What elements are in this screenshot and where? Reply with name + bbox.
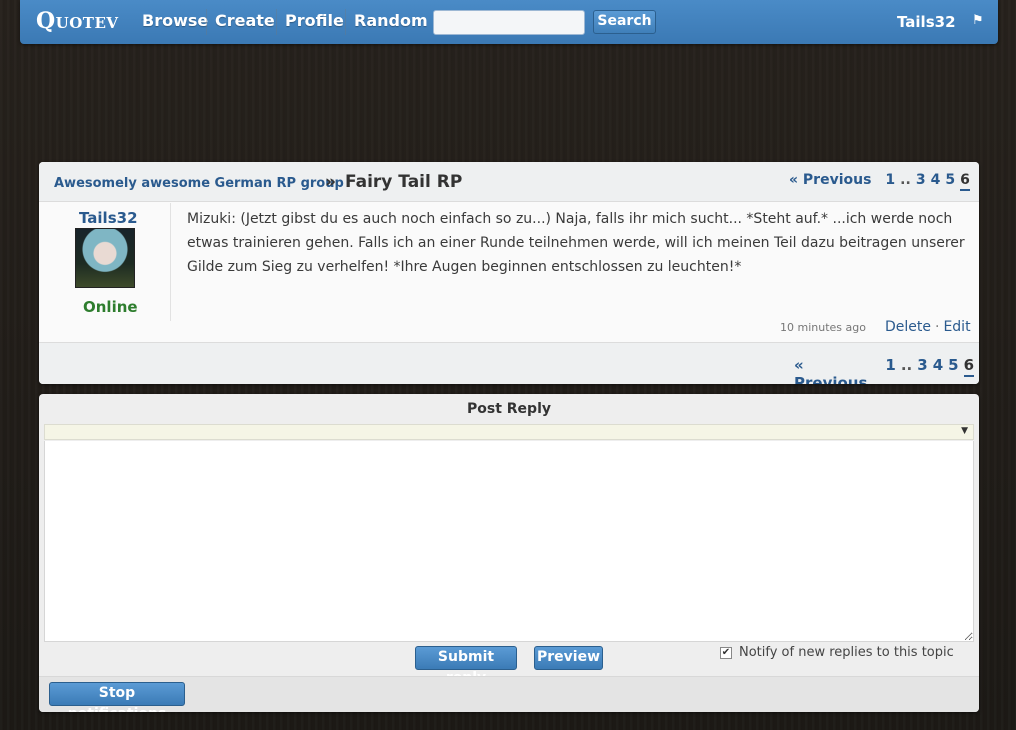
pagination-bottom: « Previous 1 .. 3 4 5 6 — [794, 356, 979, 384]
nav-divider — [206, 9, 207, 35]
online-status: Online — [83, 298, 138, 316]
author-name-link[interactable]: Tails32 — [79, 209, 138, 227]
topic-header: Awesomely awesome German RP group » Fair… — [39, 162, 979, 202]
notify-checkbox[interactable]: ✔ — [720, 647, 732, 659]
page-link-1[interactable]: 1 — [885, 356, 895, 374]
search-button[interactable]: Search — [593, 10, 656, 34]
nav-random[interactable]: Random — [354, 11, 428, 30]
reply-textarea[interactable] — [44, 441, 974, 642]
chevron-down-icon[interactable]: ▼ — [961, 426, 968, 436]
post-body: Mizuki: (Jetzt gibst du es auch noch ein… — [187, 211, 965, 275]
delete-link[interactable]: Delete — [885, 319, 931, 335]
avatar[interactable] — [75, 228, 135, 288]
stop-notifications-button[interactable]: Stop notifications — [49, 682, 185, 712]
prev-page-link[interactable]: « Previous — [789, 172, 871, 188]
page-link-3[interactable]: 3 — [917, 356, 927, 374]
submit-reply-button[interactable]: Submit reply — [415, 646, 517, 686]
page-link-1[interactable]: 1 — [885, 172, 895, 188]
pagination-ellipsis: .. — [900, 172, 911, 188]
page-current-6: 6 — [960, 172, 970, 191]
post-panel: Awesomely awesome German RP group » Fair… — [39, 162, 979, 384]
pagination-ellipsis: .. — [900, 356, 913, 374]
user-menu-link[interactable]: Tails32 — [897, 13, 956, 31]
nav-browse[interactable]: Browse — [142, 11, 208, 30]
page-link-5[interactable]: 5 — [948, 356, 958, 374]
nav-divider — [276, 9, 277, 35]
preview-button[interactable]: Preview — [534, 646, 603, 670]
nav-profile[interactable]: Profile — [285, 11, 344, 30]
reply-panel: Post Reply ▼ Submit reply Preview ✔ Noti… — [39, 394, 979, 712]
editor-toolbar: ▼ — [44, 424, 974, 440]
top-navbar: Quotev Browse Create Profile Random Sear… — [20, 0, 998, 44]
page-link-3[interactable]: 3 — [916, 172, 926, 188]
post-timestamp: 10 minutes ago — [780, 321, 866, 334]
edit-link[interactable]: Edit — [943, 319, 970, 335]
flag-icon[interactable]: ⚑ — [972, 13, 984, 28]
nav-divider — [345, 9, 346, 35]
site-logo[interactable]: Quotev — [36, 8, 119, 34]
notify-label: Notify of new replies to this topic — [739, 645, 954, 660]
search-input[interactable] — [433, 10, 585, 35]
page-link-4[interactable]: 4 — [933, 356, 943, 374]
page-link-4[interactable]: 4 — [931, 172, 941, 188]
page-link-5[interactable]: 5 — [945, 172, 955, 188]
pagination-top: « Previous 1 .. 3 4 5 6 — [789, 172, 975, 191]
topic-title: Fairy Tail RP — [345, 172, 463, 192]
breadcrumb-separator: » — [325, 172, 336, 192]
prev-page-link[interactable]: « Previous — [794, 356, 871, 384]
author-column: Tails32 Online — [39, 203, 171, 321]
action-separator: · — [935, 319, 940, 335]
post-actions: Delete · Edit — [885, 319, 971, 335]
page-current-6: 6 — [963, 356, 974, 377]
breadcrumb-group-link[interactable]: Awesomely awesome German RP group — [54, 176, 344, 191]
nav-create[interactable]: Create — [215, 11, 275, 30]
reply-title: Post Reply — [467, 401, 551, 417]
